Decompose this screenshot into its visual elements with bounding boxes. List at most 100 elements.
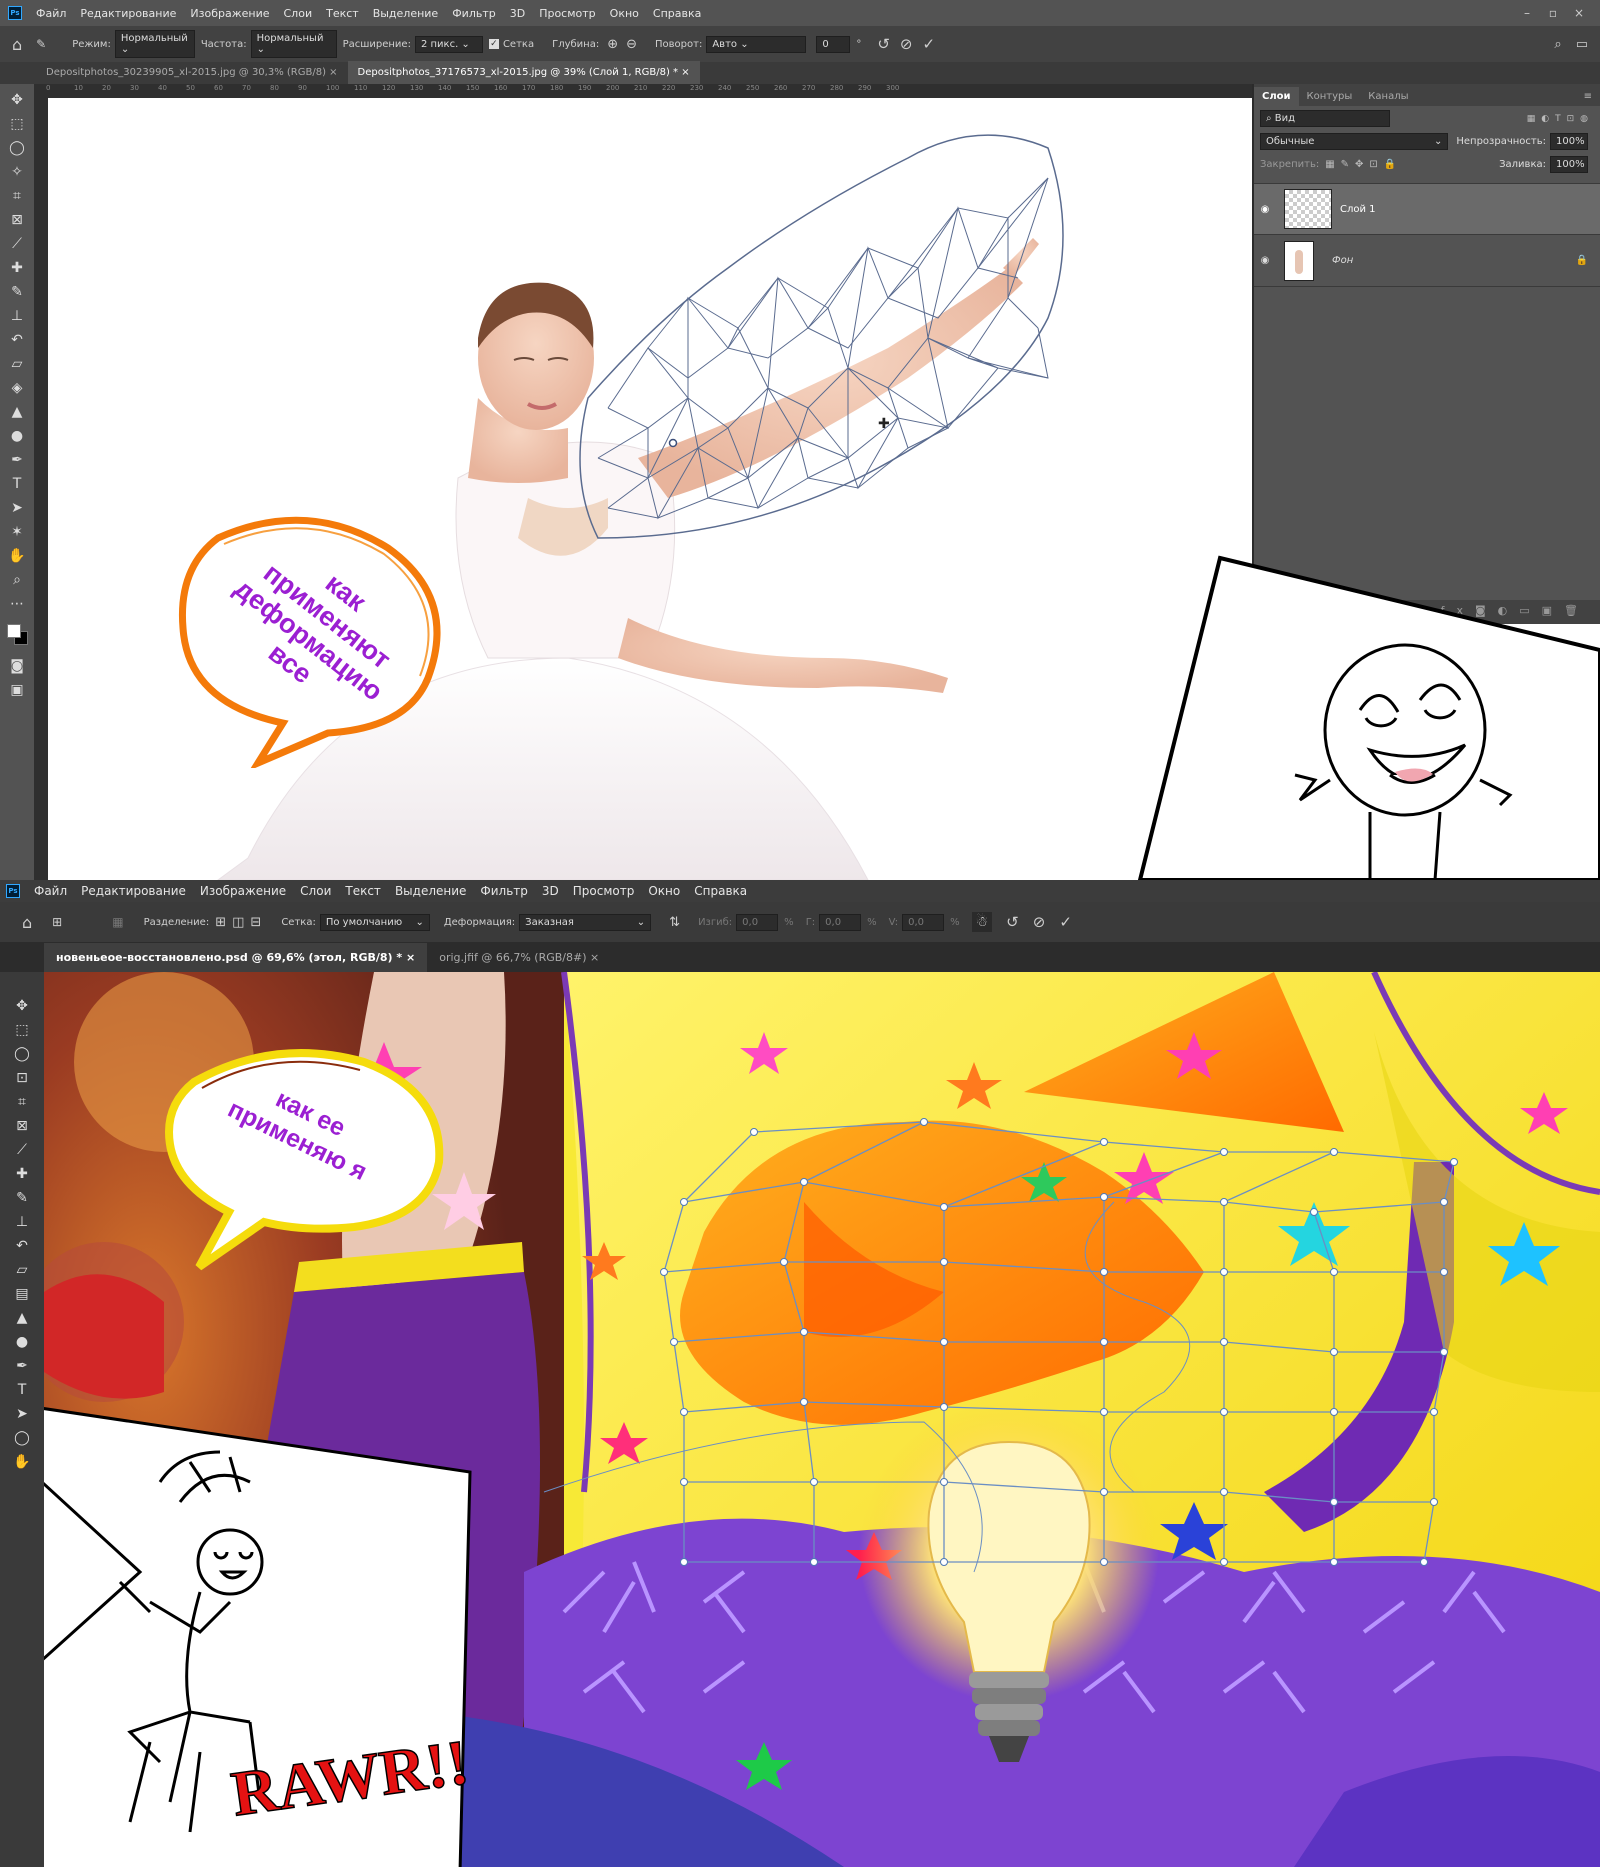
magic-wand-icon[interactable]: ✧	[7, 162, 27, 182]
lasso-tool-icon[interactable]: ◯	[7, 138, 27, 158]
rotate-select[interactable]: Авто ⌄	[706, 35, 807, 53]
split-cross-icon[interactable]: ⊞	[215, 915, 226, 930]
lock-icons[interactable]: ▦✎✥⊡🔒	[1325, 159, 1402, 170]
search-icon[interactable]: ⌕	[1554, 37, 1561, 52]
menu-3d[interactable]: 3D	[510, 7, 525, 20]
zoom-tool-icon[interactable]: ⌕	[7, 570, 27, 590]
h-input[interactable]: 0,0	[819, 913, 862, 931]
blend-mode-select[interactable]: Обычные ⌄	[1260, 133, 1449, 150]
mesh-checkbox[interactable]: ✓	[488, 39, 499, 49]
path-select-icon[interactable]: ➤	[7, 498, 27, 518]
menu-select[interactable]: Выделение	[373, 7, 439, 20]
stamp-tool-icon[interactable]: ⊥	[12, 1212, 32, 1232]
menu-layers[interactable]: Слои	[284, 7, 313, 20]
pin-backward-icon[interactable]: ⊖	[626, 37, 637, 52]
menu-filter[interactable]: Фильтр	[452, 7, 496, 20]
menu-3d[interactable]: 3D	[542, 884, 559, 898]
quick-mask-icon[interactable]: ◙	[7, 656, 27, 676]
lasso-tool-icon[interactable]: ◯	[12, 1044, 32, 1064]
history-brush-icon[interactable]: ↶	[12, 1236, 32, 1256]
gradient-icon[interactable]: ▤	[12, 1284, 32, 1304]
screen-mode-icon[interactable]: ▣	[7, 680, 27, 700]
menu-help[interactable]: Справка	[694, 884, 747, 898]
opacity-input[interactable]: 100%	[1550, 133, 1588, 150]
menu-window[interactable]: Окно	[610, 7, 639, 20]
split-horizontal-icon[interactable]: ⊟	[250, 915, 261, 930]
more-tools-icon[interactable]: ⋯	[7, 594, 27, 614]
density-select[interactable]: Нормальный ⌄	[250, 30, 337, 58]
type-tool-icon[interactable]: T	[7, 474, 27, 494]
puppet-pin-icon[interactable]: ✎	[36, 37, 46, 51]
menu-edit[interactable]: Редактирование	[80, 7, 176, 20]
history-brush-icon[interactable]: ↶	[7, 330, 27, 350]
menu-view[interactable]: Просмотр	[573, 884, 635, 898]
dodge-tool-icon[interactable]: ●	[12, 1332, 32, 1352]
menu-select[interactable]: Выделение	[395, 884, 466, 898]
type-tool-icon[interactable]: T	[12, 1380, 32, 1400]
fill-input[interactable]: 100%	[1550, 156, 1588, 173]
cancel-icon[interactable]: ⊘	[1033, 913, 1046, 931]
move-tool-icon[interactable]: ✥	[12, 996, 32, 1016]
layer-row-1[interactable]: ◉ Слой 1	[1254, 183, 1600, 235]
layer-filter-icons[interactable]: ▦◐T⊡◍	[1527, 114, 1594, 124]
hand-tool-icon[interactable]: ✋	[7, 546, 27, 566]
color-swatches[interactable]	[5, 622, 29, 648]
menu-type[interactable]: Текст	[345, 884, 381, 898]
expand-input[interactable]: 2 пикс. ⌄	[414, 35, 483, 53]
warp-orient-icon[interactable]: ⇅	[669, 915, 680, 930]
menu-edit[interactable]: Редактирование	[81, 884, 186, 898]
reset-icon[interactable]: ↺	[1006, 913, 1019, 931]
menu-file[interactable]: Файл	[36, 7, 66, 20]
menu-view[interactable]: Просмотр	[539, 7, 595, 20]
eraser-icon[interactable]: ▱	[7, 354, 27, 374]
dodge-tool-icon[interactable]: ●	[7, 426, 27, 446]
commit-icon[interactable]: ✓	[1059, 913, 1072, 931]
blur-tool-icon[interactable]: ▲	[7, 402, 27, 422]
grid-select[interactable]: По умолчанию ⌄	[319, 913, 430, 931]
bucket-icon[interactable]: ◈	[7, 378, 27, 398]
reset-icon[interactable]: ↺	[877, 35, 890, 53]
maximize-icon[interactable]: ▫	[1546, 6, 1560, 20]
crop-tool-icon[interactable]: ⌗	[12, 1092, 32, 1112]
menu-layers[interactable]: Слои	[300, 884, 331, 898]
frame-tool-icon[interactable]: ⊠	[12, 1116, 32, 1136]
home-icon[interactable]: ⌂	[12, 35, 22, 54]
menu-image[interactable]: Изображение	[200, 884, 286, 898]
hand-tool-icon[interactable]: ✋	[12, 1452, 32, 1472]
minimize-icon[interactable]: –	[1520, 6, 1534, 20]
brush-tool-icon[interactable]: ✎	[7, 282, 27, 302]
doc-tab-2[interactable]: orig.jfif @ 66,7% (RGB/8#) ×	[427, 943, 611, 972]
blur-tool-icon[interactable]: ▲	[12, 1308, 32, 1328]
mode-select[interactable]: Нормальный ⌄	[114, 30, 195, 58]
object-select-icon[interactable]: ⊡	[12, 1068, 32, 1088]
ref-icon[interactable]: ▦	[112, 915, 123, 929]
brush-tool-icon[interactable]: ✎	[12, 1188, 32, 1208]
bend-input[interactable]: 0,0	[736, 913, 779, 931]
close-icon[interactable]: ×	[1572, 6, 1586, 20]
crop-tool-icon[interactable]: ⌗	[7, 186, 27, 206]
visibility-eye-icon[interactable]: ◉	[1254, 255, 1276, 266]
shape-tool-icon[interactable]: ✶	[7, 522, 27, 542]
tab-paths[interactable]: Контуры	[1299, 87, 1361, 106]
stamp-tool-icon[interactable]: ⊥	[7, 306, 27, 326]
layer-search-input[interactable]: ⌕ Вид	[1260, 110, 1390, 127]
eyedropper-icon[interactable]: ⟋	[12, 1140, 32, 1160]
marquee-tool-icon[interactable]: ⬚	[7, 114, 27, 134]
cancel-icon[interactable]: ⊘	[900, 35, 913, 53]
menu-file[interactable]: Файл	[34, 884, 67, 898]
healing-brush-icon[interactable]: ✚	[12, 1164, 32, 1184]
workspace-icon[interactable]: ▭	[1576, 37, 1588, 52]
menu-type[interactable]: Текст	[326, 7, 359, 20]
eyedropper-icon[interactable]: ⟋	[7, 234, 27, 254]
puppet-toggle-icon[interactable]: ☃	[971, 912, 993, 932]
pen-tool-icon[interactable]: ✒	[12, 1356, 32, 1376]
doc-tab-1[interactable]: новеньеое-восстановлено.psd @ 69,6% (это…	[44, 943, 428, 972]
visibility-eye-icon[interactable]: ◉	[1254, 204, 1276, 215]
menu-filter[interactable]: Фильтр	[480, 884, 527, 898]
layer-row-2[interactable]: ◉ Фон 🔒	[1254, 235, 1600, 287]
split-vertical-icon[interactable]: ◫	[232, 915, 244, 930]
tab-layers[interactable]: Слои	[1254, 87, 1299, 106]
pen-tool-icon[interactable]: ✒	[7, 450, 27, 470]
panel-menu-icon[interactable]: ≡	[1576, 87, 1600, 106]
warp-tool-icon[interactable]: ⊞	[52, 915, 62, 929]
